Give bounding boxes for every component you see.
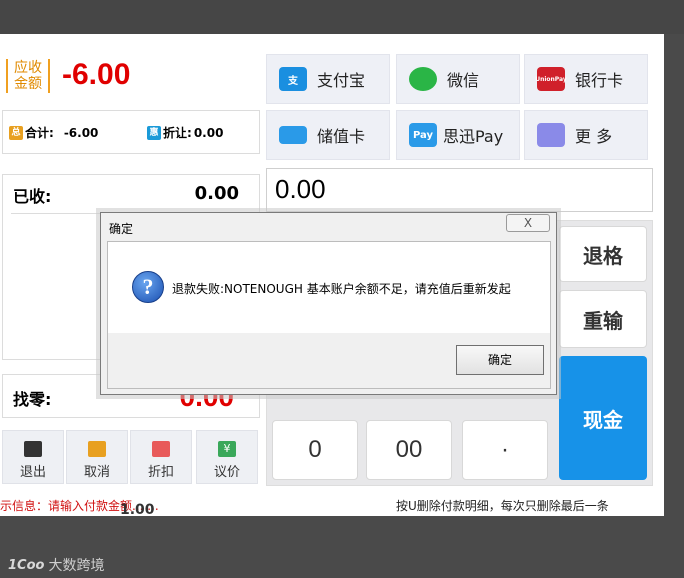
wechat-button[interactable]: 微信 <box>396 54 520 104</box>
total-label: 合计: <box>25 126 54 140</box>
discount-badge-icon: 惠 <box>147 125 161 140</box>
payment-amount-input[interactable]: 0.00 <box>266 168 653 212</box>
pay-icon: Pay <box>409 123 437 147</box>
yen-icon: ¥ <box>218 441 236 457</box>
tag-icon <box>152 441 170 457</box>
amount-due: 应收金额 -6.00 <box>2 50 260 102</box>
background-text: 1.00 <box>120 502 155 518</box>
top-bar <box>0 0 684 34</box>
bankcard-button[interactable]: UnionPay 银行卡 <box>524 54 648 104</box>
discount-button-label: 折扣 <box>147 465 174 480</box>
more-button[interactable]: 更 多 <box>524 110 648 160</box>
watermark-text: 大数跨境 <box>48 558 105 574</box>
alipay-icon: 支 <box>279 67 307 91</box>
more-label: 更 多 <box>575 127 613 146</box>
bargain-button[interactable]: ¥ 议价 <box>196 430 258 484</box>
watermark-logo-icon: 1Coo <box>8 557 45 573</box>
status-hint: 按U删除付款明细，每次只删除最后一条 <box>396 499 609 513</box>
cancel-label: 取消 <box>83 465 110 480</box>
ok-button[interactable]: 确定 <box>456 345 544 375</box>
total-value: -6.00 <box>63 125 99 140</box>
total-badge-icon: 总 <box>9 125 23 140</box>
exit-label: 退出 <box>19 465 46 480</box>
key-00[interactable]: 00 <box>366 420 452 480</box>
exit-icon <box>24 441 42 457</box>
question-icon: ? <box>132 271 164 303</box>
sixun-pay-button[interactable]: Pay 思迅Pay <box>396 110 520 160</box>
bargain-label: 议价 <box>213 465 240 480</box>
discount-button[interactable]: 折扣 <box>130 430 192 484</box>
unionpay-icon: UnionPay <box>535 67 567 91</box>
alipay-button[interactable]: 支 支付宝 <box>266 54 390 104</box>
wechat-icon <box>409 67 437 91</box>
confirm-dialog: 确定 X ? 退款失败:NOTENOUGH 基本账户余额不足，请充值后重新发起 … <box>100 212 557 395</box>
dialog-message: 退款失败:NOTENOUGH 基本账户余额不足，请充值后重新发起 <box>172 282 511 296</box>
close-button[interactable]: X <box>506 214 550 232</box>
dialog-title: 确定 <box>109 222 134 236</box>
status-bar: 示信息：请输入付款金额... ... 按U删除付款明细，每次只删除最后一条 <box>0 492 664 516</box>
backspace-button[interactable]: 退格 <box>559 226 647 282</box>
wechat-label: 微信 <box>447 71 480 90</box>
key-dot[interactable]: · <box>462 420 548 480</box>
stored-card-button[interactable]: 储值卡 <box>266 110 390 160</box>
watermark: 1Coo 大数跨境 <box>8 555 104 575</box>
stored-card-label: 储值卡 <box>317 127 366 146</box>
amount-due-label: 应收金额 <box>6 59 50 93</box>
bankcard-label: 银行卡 <box>575 71 624 90</box>
sixun-pay-label: 思迅Pay <box>443 127 504 146</box>
received-label: 已收: <box>13 187 52 206</box>
discount-item: 惠 折让: 0.00 <box>147 124 223 141</box>
cancel-icon <box>88 441 106 457</box>
total-item: 总 合计: -6.00 <box>9 124 98 141</box>
dialog-footer: 确定 <box>107 333 551 389</box>
more-icon <box>537 123 565 147</box>
discount-value: 0.00 <box>193 125 224 140</box>
change-label: 找零: <box>13 390 52 409</box>
reenter-button[interactable]: 重输 <box>559 290 647 348</box>
alipay-label: 支付宝 <box>317 71 366 90</box>
cash-button[interactable]: 现金 <box>559 356 647 480</box>
summary-box: 总 合计: -6.00 惠 折让: 0.00 <box>2 110 260 154</box>
stored-card-icon <box>279 126 307 144</box>
dialog-body: ? 退款失败:NOTENOUGH 基本账户余额不足，请充值后重新发起 <box>107 241 551 333</box>
close-icon: X <box>523 216 533 230</box>
cancel-button[interactable]: 取消 <box>66 430 128 484</box>
received-value: 0.00 <box>194 183 239 204</box>
key-0[interactable]: 0 <box>272 420 358 480</box>
exit-button[interactable]: 退出 <box>2 430 64 484</box>
amount-due-value: -6.00 <box>62 58 131 91</box>
discount-label: 折让: <box>163 126 192 140</box>
